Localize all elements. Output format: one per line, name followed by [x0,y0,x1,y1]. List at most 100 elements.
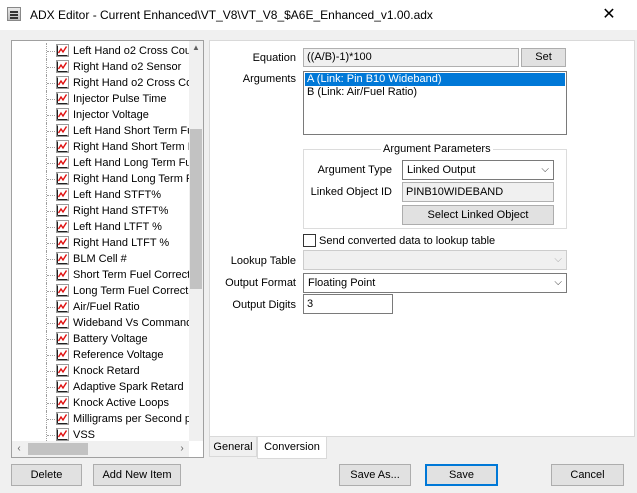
tree-item-label: Left Hand Short Term Fuel Trim [73,125,189,137]
tree-connector [47,211,55,213]
tree-item[interactable]: Right Hand STFT% [12,203,189,219]
tree-item[interactable]: Right Hand Short Term Fuel Trim [12,139,189,155]
line-graph-icon [56,140,69,153]
tree-item[interactable]: Right Hand o2 Cross Count [12,75,189,91]
line-graph-icon [56,300,69,313]
tree-item[interactable]: Left Hand Short Term Fuel Trim [12,123,189,139]
argument-parameters-title: Argument Parameters [381,143,493,155]
delete-button[interactable]: Delete [11,464,82,486]
tree-connector [47,179,55,181]
line-graph-icon [56,412,69,425]
output-format-select[interactable]: Floating Point ⌵ [303,273,567,293]
tree-connector [47,99,55,101]
tree-item[interactable]: Right Hand o2 Sensor [12,59,189,75]
tree-item[interactable]: Short Term Fuel Correction [12,267,189,283]
tree-item[interactable]: Injector Pulse Time [12,91,189,107]
line-graph-icon [56,188,69,201]
line-graph-icon [56,220,69,233]
tree-list: Left Hand o2 Cross Count Right Hand o2 Se… [12,41,189,441]
output-digits-field[interactable]: 3 [303,294,393,314]
tree-item-label: Knock Active Loops [73,397,170,409]
tree-item-label: Adaptive Spark Retard [73,381,184,393]
chevron-down-icon: ⌵ [554,254,562,265]
tree-connector [47,147,55,149]
tree-item[interactable]: Reference Voltage [12,347,189,363]
tree-item[interactable]: Wideband Vs Commanded [12,315,189,331]
argument-type-label: Argument Type [317,164,392,176]
line-graph-icon [56,332,69,345]
line-graph-icon [56,252,69,265]
select-linked-object-button[interactable]: Select Linked Object [402,205,554,225]
tree-item-label: BLM Cell # [73,253,127,265]
line-graph-icon [56,44,69,57]
tree-item[interactable]: Injector Voltage [12,107,189,123]
tree-connector [46,427,48,441]
equation-field[interactable]: ((A/B)-1)*100 [303,48,519,67]
lookup-table-label: Lookup Table [230,255,296,267]
tree-item-label: Reference Voltage [73,349,164,361]
tree-item[interactable]: Left Hand LTFT % [12,219,189,235]
argument-item-a[interactable]: A (Link: Pin B10 Wideband) [305,73,565,86]
chevron-down-icon: ⌵ [554,277,562,288]
tree-item-label: Wideband Vs Commanded [73,317,189,329]
tree-item[interactable]: Long Term Fuel Correction [12,283,189,299]
argument-item-b[interactable]: B (Link: Air/Fuel Ratio) [305,86,565,99]
tree-connector [47,67,55,69]
tree-item-label: Milligrams per Second per Cylinder [73,413,189,425]
tree-item[interactable]: Milligrams per Second per Cylinder [12,411,189,427]
save-as-button[interactable]: Save As... [339,464,411,486]
scroll-up-arrow-icon[interactable]: ▲ [189,41,203,55]
tree-connector [47,131,55,133]
scroll-right-arrow-icon[interactable]: › [175,441,189,457]
tree-item[interactable]: Right Hand Long Term Fuel Trim [12,171,189,187]
close-button[interactable]: ✕ [586,0,632,30]
tree-connector [47,355,55,357]
tree-item-label: Injector Pulse Time [73,93,167,105]
tree-horizontal-scrollbar[interactable]: ‹ › [12,441,189,457]
tree-item[interactable]: Right Hand LTFT % [12,235,189,251]
tree-item-label: Knock Retard [73,365,140,377]
cancel-button[interactable]: Cancel [551,464,624,486]
tree-item[interactable]: Knock Active Loops [12,395,189,411]
scrollbar-thumb[interactable] [190,129,202,289]
tree-connector [47,403,55,405]
tree-item[interactable]: Left Hand STFT% [12,187,189,203]
tree-item-label: Left Hand o2 Cross Count [73,45,189,57]
tree-item-label: Left Hand Long Term Fuel Trim [73,157,189,169]
tree-connector [47,259,55,261]
tree-item[interactable]: Left Hand Long Term Fuel Trim [12,155,189,171]
window-title: ADX Editor - Current Enhanced\VT_V8\VT_V… [30,8,433,22]
tree-item[interactable]: Knock Retard [12,363,189,379]
scroll-left-arrow-icon[interactable]: ‹ [12,441,26,457]
linked-object-id-field[interactable]: PINB10WIDEBAND [402,182,554,202]
argument-type-select[interactable]: Linked Output ⌵ [402,160,554,180]
tree-connector [47,275,55,277]
line-graph-icon [56,364,69,377]
tab-general[interactable]: General [209,437,257,457]
line-graph-icon [56,108,69,121]
tree-item-label: Left Hand STFT% [73,189,162,201]
tree-vertical-scrollbar[interactable]: ▲ [189,41,203,441]
tree-item[interactable]: Left Hand o2 Cross Count [12,43,189,59]
line-graph-icon [56,92,69,105]
arguments-list[interactable]: A (Link: Pin B10 Wideband) B (Link: Air/… [303,71,567,135]
send-converted-checkbox[interactable] [303,234,316,247]
tree-connector [47,387,55,389]
tree-item[interactable]: BLM Cell # [12,251,189,267]
output-format-label: Output Format [225,277,296,289]
tree-item-label: Short Term Fuel Correction [73,269,189,281]
save-button[interactable]: Save [425,464,498,486]
tree-connector [47,51,55,53]
tab-conversion[interactable]: Conversion [257,437,327,459]
tree-item[interactable]: Air/Fuel Ratio [12,299,189,315]
tree-item-label: Right Hand o2 Cross Count [73,77,189,89]
output-digits-label: Output Digits [232,299,296,311]
tree-connector [47,371,55,373]
lookup-table-select[interactable]: ⌵ [303,250,567,270]
tree-item[interactable]: VSS [12,427,189,441]
add-new-item-button[interactable]: Add New Item [93,464,181,486]
tree-item[interactable]: Adaptive Spark Retard [12,379,189,395]
set-button[interactable]: Set [521,48,566,67]
tree-item[interactable]: Battery Voltage [12,331,189,347]
scrollbar-thumb[interactable] [28,443,88,455]
